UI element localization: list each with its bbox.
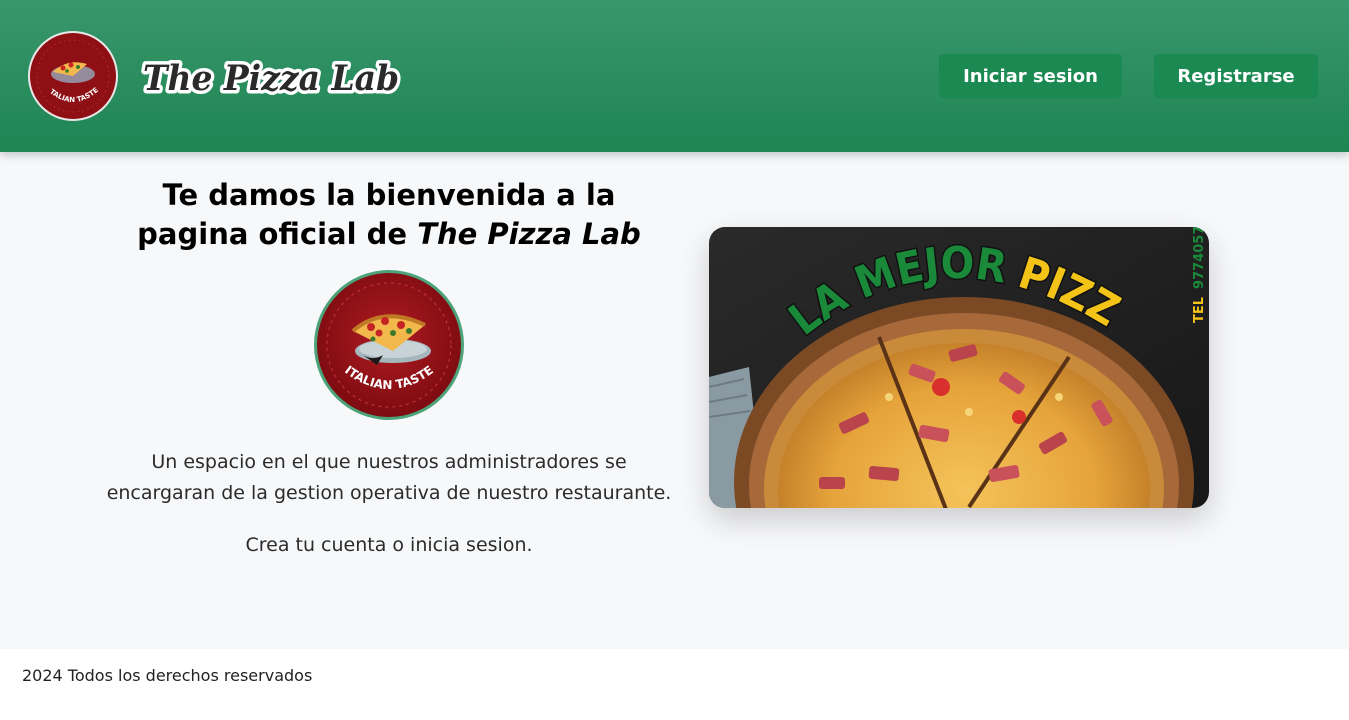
promo-tel-number: 97740572 (1192, 227, 1207, 289)
pizza-logo-large: ITALIAN TASTE (314, 270, 464, 420)
svg-text:TEL97740572: TEL 97740572 (1192, 227, 1207, 323)
brand-name: The Pizza Lab (143, 58, 399, 99)
footer-copyright: 2024 Todos los derechos reservados (22, 666, 313, 685)
promo-tel-label: TEL (1192, 297, 1207, 323)
page-title: Te damos la bienvenida a la pagina ofici… (100, 176, 678, 254)
title-line-1: Te damos la bienvenida a la (162, 178, 616, 212)
pizza-logo-icon[interactable]: ITALIAN TASTE (27, 30, 119, 122)
welcome-description: Un espacio en el que nuestros administra… (106, 451, 672, 504)
login-button[interactable]: Iniciar sesion (939, 54, 1122, 98)
call-to-action-text: Crea tu cuenta o inicia sesion. (245, 534, 533, 556)
brand-logotype: The Pizza Lab The Pizza Lab (140, 55, 403, 103)
top-navbar: ITALIAN TASTE The Pizza Lab The Pizza La… (0, 0, 1349, 152)
register-button[interactable]: Registrarse (1154, 54, 1318, 98)
promo-pizza-banner: LA MEJORPIZZA TEL97740572 (709, 227, 1209, 508)
title-line-2-prefix: pagina oficial de (137, 217, 418, 251)
title-brand-emphasis: The Pizza Lab (417, 217, 641, 251)
